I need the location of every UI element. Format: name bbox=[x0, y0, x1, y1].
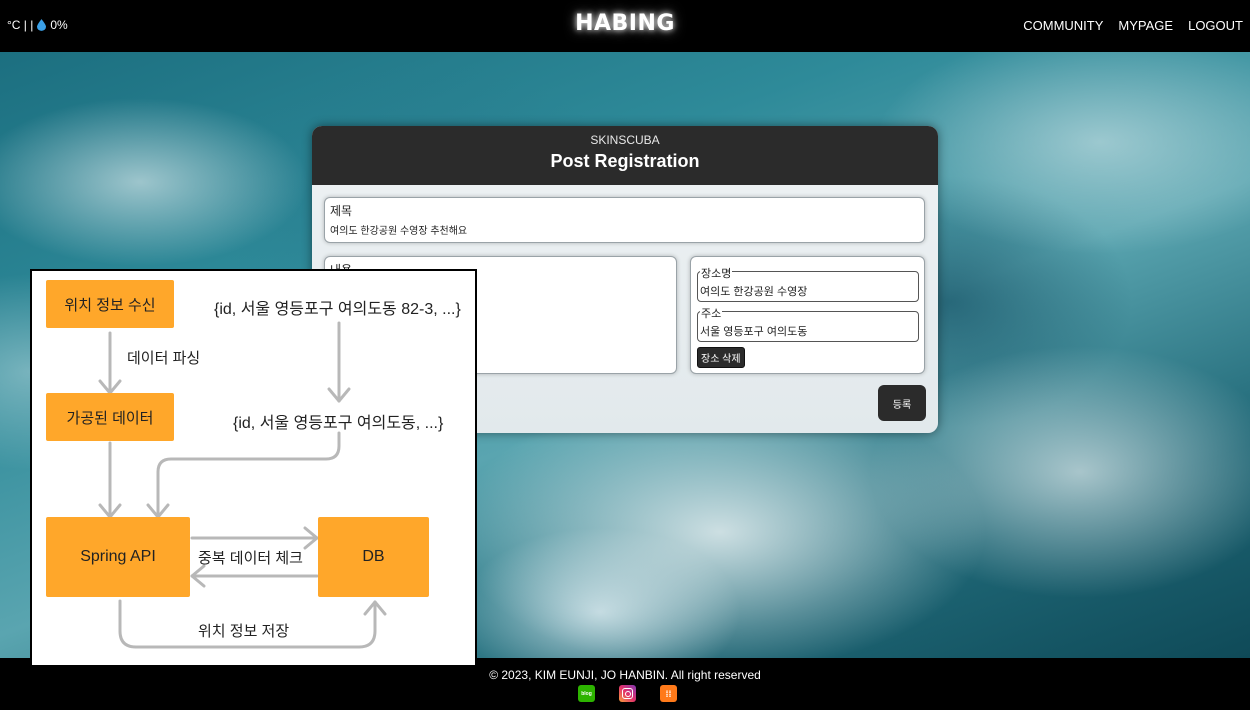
blog-icon[interactable]: blog bbox=[578, 685, 595, 702]
label-duplicate-check: 중복 데이터 체크 bbox=[198, 550, 303, 567]
place-name-field[interactable]: 장소명 여의도 한강공원 수영장 bbox=[697, 265, 919, 302]
instagram-icon[interactable] bbox=[619, 685, 636, 702]
submit-button[interactable]: 등록 bbox=[878, 385, 926, 421]
place-address-value[interactable]: 서울 영등포구 여의도동 bbox=[700, 323, 807, 339]
weather-widget: °C | | 0% bbox=[7, 18, 68, 32]
humidity-text: 0% bbox=[50, 18, 68, 32]
nav-community-link[interactable]: COMMUNITY bbox=[1023, 18, 1103, 33]
label-processed-data: {id, 서울 영등포구 여의도동, ...} bbox=[233, 415, 444, 432]
place-address-label: 주소 bbox=[700, 305, 723, 321]
card-brand: SKINSCUBA bbox=[590, 133, 660, 147]
data-flow-diagram: 위치 정보 수신 가공된 데이터 Spring API DB {id, 서울 영… bbox=[30, 269, 477, 667]
card-title: Post Registration bbox=[550, 151, 700, 171]
label-save-location: 위치 정보 저장 bbox=[198, 623, 290, 640]
post-title-value[interactable]: 여의도 한강공원 수영장 추천해요 bbox=[330, 222, 467, 237]
delete-place-button[interactable]: 장소 삭제 bbox=[697, 347, 745, 368]
place-name-label: 장소명 bbox=[700, 265, 733, 281]
temperature-text: °C | | bbox=[7, 18, 34, 32]
nav-mypage-link[interactable]: MYPAGE bbox=[1118, 18, 1173, 33]
box-location-receive: 위치 정보 수신 bbox=[46, 280, 174, 328]
copyright-text: © 2023, KIM EUNJI, JO HANBIN. All right … bbox=[489, 668, 761, 682]
box-processed-data: 가공된 데이터 bbox=[46, 393, 174, 441]
label-data-parsing: 데이터 파싱 bbox=[127, 350, 201, 367]
social-links: blog ⁞⁞ bbox=[578, 685, 677, 702]
top-header: °C | | 0% HABING COMMUNITY MYPAGE LOGOUT bbox=[0, 0, 1250, 52]
place-name-value[interactable]: 여의도 한강공원 수영장 bbox=[700, 283, 807, 299]
diagram-arrows bbox=[98, 321, 387, 649]
place-address-field[interactable]: 주소 서울 영등포구 여의도동 bbox=[697, 305, 919, 342]
nav-logout-link[interactable]: LOGOUT bbox=[1188, 18, 1243, 33]
box-db: DB bbox=[318, 517, 429, 597]
arrow-processed-label-to-api bbox=[156, 431, 341, 519]
blog-icon-text: blog bbox=[581, 690, 592, 697]
post-title-field[interactable]: 제목 여의도 한강공원 수영장 추천해요 bbox=[324, 197, 925, 243]
other-app-icon[interactable]: ⁞⁞ bbox=[660, 685, 677, 702]
top-nav: COMMUNITY MYPAGE LOGOUT bbox=[1023, 18, 1243, 33]
place-info-box: 장소명 여의도 한강공원 수영장 주소 서울 영등포구 여의도동 장소 삭제 bbox=[690, 256, 925, 374]
card-header: SKINSCUBA Post Registration bbox=[312, 126, 938, 185]
box-spring-api: Spring API bbox=[46, 517, 190, 597]
label-raw-data: {id, 서울 영등포구 여의도동 82-3, ...} bbox=[214, 301, 461, 318]
post-title-label: 제목 bbox=[330, 204, 353, 218]
water-drop-icon bbox=[37, 19, 47, 31]
